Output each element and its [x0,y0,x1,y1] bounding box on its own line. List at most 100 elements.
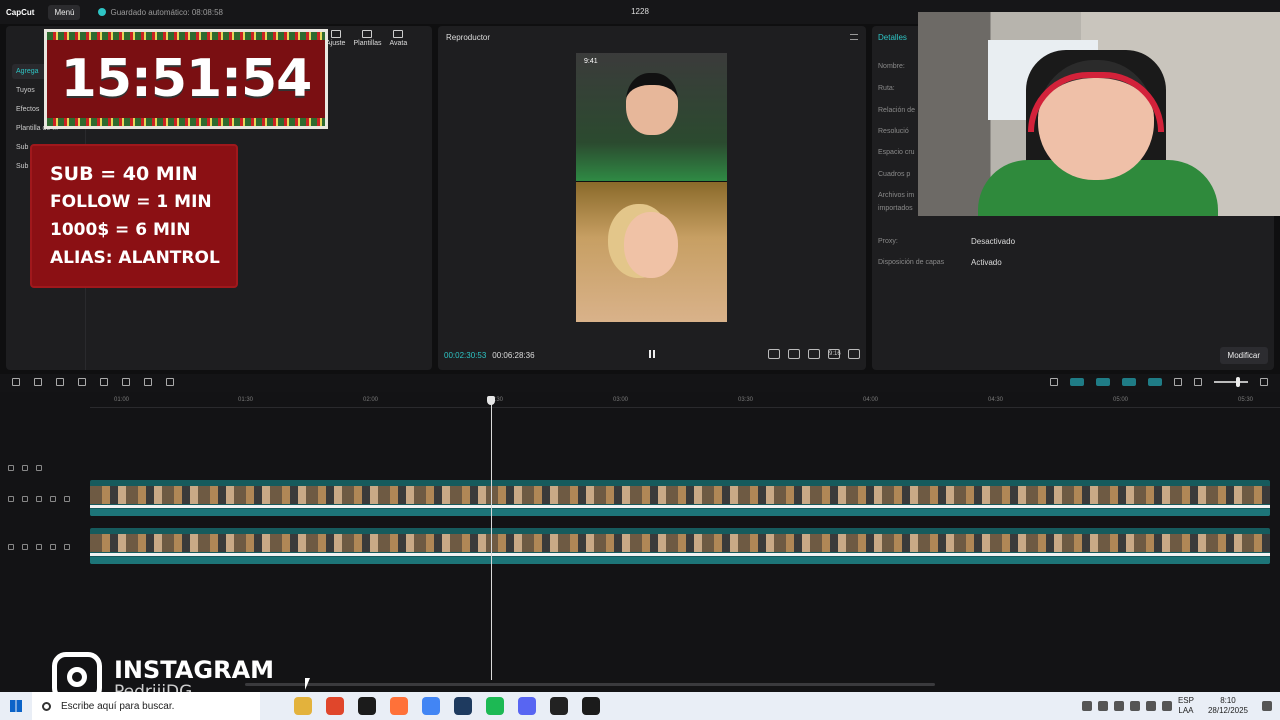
windows-start-icon[interactable] [10,700,22,712]
phone-time: 9:41 [584,58,598,65]
undo-icon[interactable] [34,378,42,386]
tab-label: Avata [389,40,408,47]
lock-icon[interactable] [22,544,28,550]
pause-icon[interactable] [649,350,655,358]
subathon-rules-overlay: SUB = 40 MIN FOLLOW = 1 MIN 1000$ = 6 MI… [30,144,238,288]
detail-colorspace-label: Espacio cru [878,149,915,156]
chrome-icon[interactable] [422,697,440,715]
taskbar-search[interactable]: Escribe aquí para buscar. [32,692,260,720]
snap-toggle[interactable] [1122,378,1136,386]
playhead[interactable] [491,396,492,680]
cloud-check-icon [98,8,107,16]
guest-face [624,212,678,278]
eye-icon[interactable] [36,465,42,471]
system-tray: ESP LAA 8:10 28/12/2025 [1081,692,1272,720]
trim-right-icon[interactable] [122,378,130,386]
time-ruler[interactable]: 01:00 01:30 02:00 02:30 03:00 03:30 04:0… [90,392,1280,408]
zoom-in-icon[interactable] [1260,378,1268,386]
zoom-out-icon[interactable] [1194,378,1202,386]
player-panel: Reproductor 9:41 00:02:30:53 00:06:28:36… [438,26,866,370]
tab-plantillas[interactable]: Plantillas [353,30,381,47]
zoom-slider[interactable] [1214,377,1248,387]
quality-icon[interactable] [768,349,780,359]
eye-icon[interactable] [36,496,42,502]
tab-ajuste[interactable]: Ajuste [326,30,345,47]
rule-sub: SUB = 40 MIN [50,163,198,185]
trim-left-icon[interactable] [100,378,108,386]
tray-app-icon[interactable] [1097,701,1108,711]
preview-axis-toggle[interactable] [1148,378,1162,386]
league-icon[interactable] [454,697,472,715]
speaker-icon[interactable] [50,496,56,502]
ratio-button[interactable]: 9:16 [828,349,841,359]
instagram-title: INSTAGRAM [114,656,275,684]
crop-icon[interactable] [808,349,820,359]
network-icon[interactable] [1145,701,1156,711]
video-track-icon [8,496,14,502]
volume-icon[interactable] [1161,701,1172,711]
obs-icon[interactable] [550,697,568,715]
magnet-toggle[interactable] [1096,378,1110,386]
capcut-icon-2[interactable] [582,697,600,715]
file-explorer-icon[interactable] [294,697,312,715]
brave-icon[interactable] [326,697,344,715]
more-icon[interactable] [64,496,70,502]
ruler-label: 04:30 [988,397,1004,403]
more-icon[interactable] [64,544,70,550]
firefox-icon[interactable] [390,697,408,715]
clip-audio-line [90,505,1270,508]
player-menu-icon[interactable] [850,34,858,40]
select-tool-icon[interactable] [12,378,20,386]
zoom-slider-knob[interactable] [1236,377,1240,387]
language-indicator[interactable]: ESP LAA [1178,696,1194,716]
delete-icon[interactable] [144,378,152,386]
marker-icon[interactable] [166,378,174,386]
speaker-icon[interactable] [50,544,56,550]
notification-icon[interactable] [1262,701,1272,711]
rule-donation: 1000$ = 6 MIN [50,220,191,240]
lock-icon[interactable] [22,465,28,471]
video-clip-1[interactable] [90,480,1270,516]
eye-icon[interactable] [36,544,42,550]
split-icon[interactable] [78,378,86,386]
adjust-icon [330,30,341,38]
ruler-label: 01:30 [238,397,254,403]
capcut-icon[interactable] [358,697,376,715]
redo-icon[interactable] [56,378,64,386]
fit-icon[interactable] [1174,378,1182,386]
lock-icon[interactable] [22,496,28,502]
ruler-label: 01:00 [114,397,130,403]
clock-date: 28/12/2025 [1207,706,1248,715]
mic-tray-icon[interactable] [1129,701,1140,711]
christmas-garland-bottom [47,118,325,126]
menu-button[interactable]: Menú [48,4,81,20]
fullscreen-icon[interactable] [848,349,860,359]
discord-icon[interactable] [518,697,536,715]
ruler-label: 03:00 [613,397,629,403]
link-clips-toggle[interactable] [1070,378,1084,386]
tray-app-icon[interactable] [1081,701,1092,711]
tab-avatar[interactable]: Avata [389,30,407,47]
video-clip-2[interactable] [90,528,1270,564]
modify-button[interactable]: Modificar [1219,347,1268,364]
christmas-garland-top [47,32,325,40]
player-controls: 00:02:30:53 00:06:28:36 9:16 [438,340,866,370]
rule-follow: FOLLOW = 1 MIN [50,192,212,212]
mouse-cursor [305,678,315,690]
playhead-handle[interactable] [487,396,495,405]
video-preview[interactable]: 9:41 [576,53,727,322]
subtitle-icon[interactable] [788,349,800,359]
search-icon [42,701,51,711]
timeline-scrollbar[interactable] [245,683,935,686]
tray-app-icon[interactable] [1113,701,1124,711]
timeline: 01:00 01:30 02:00 02:30 03:00 03:30 04:0… [0,392,1280,692]
edit-tools [12,378,174,386]
spotify-icon[interactable] [486,697,504,715]
detail-proxy-value[interactable]: Desactivado [971,237,1015,246]
detail-imported-label-2: importados [878,205,913,212]
detail-layers-value[interactable]: Activado [971,258,1002,267]
detail-layers-label: Disposición de capas [878,259,945,266]
mic-icon[interactable] [1050,378,1058,386]
clip-audio-bar [90,557,1270,564]
taskbar-clock[interactable]: 8:10 28/12/2025 [1208,696,1248,716]
